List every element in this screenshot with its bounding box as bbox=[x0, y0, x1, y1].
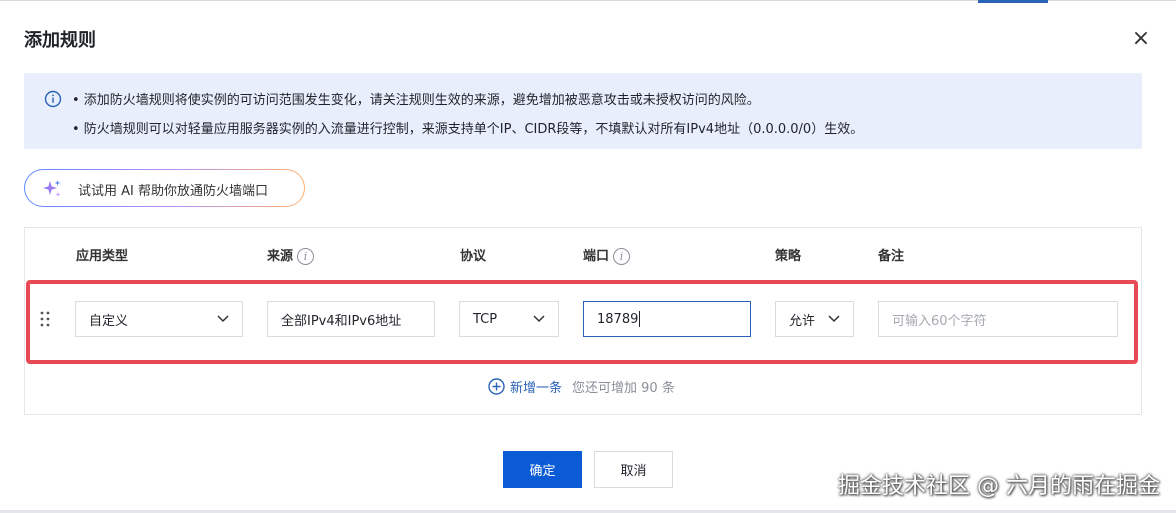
watermark: 掘金技术社区 @ 六月的雨在掘金 bbox=[838, 474, 1160, 499]
dialog-title: 添加规则 bbox=[24, 30, 96, 51]
source-info-icon[interactable]: i bbox=[297, 248, 315, 265]
app-type-value: 自定义 bbox=[89, 313, 129, 329]
source-input[interactable]: 全部IPv4和IPv6地址 bbox=[267, 301, 435, 337]
sparkle-icon bbox=[43, 180, 61, 197]
protocol-select[interactable]: TCP bbox=[459, 301, 559, 337]
remaining-count: 您还可增加 90 条 bbox=[572, 380, 675, 396]
add-circle-icon[interactable] bbox=[488, 377, 505, 395]
port-info-icon[interactable]: i bbox=[613, 248, 631, 265]
column-header-policy: 策略 bbox=[775, 249, 802, 264]
chevron-down-icon bbox=[533, 315, 545, 323]
column-header-protocol: 协议 bbox=[460, 249, 487, 264]
column-header-source: 来源 i bbox=[267, 245, 315, 265]
chevron-down-icon bbox=[217, 315, 229, 323]
source-value: 全部IPv4和IPv6地址 bbox=[281, 313, 402, 329]
column-header-remark: 备注 bbox=[878, 249, 905, 264]
ai-help-button[interactable]: 试试用 AI 帮助你放通防火墙端口 bbox=[24, 169, 305, 207]
chevron-down-icon bbox=[828, 315, 840, 323]
app-type-select[interactable]: 自定义 bbox=[75, 301, 243, 337]
port-input[interactable]: 18789 bbox=[583, 301, 751, 337]
add-row-button[interactable]: 新增一条 bbox=[510, 377, 562, 396]
drag-handle-icon[interactable] bbox=[38, 310, 54, 328]
notice-line-2: • 防火墙规则可以对轻量应用服务器实例的入流量进行控制，来源支持单个IP、CID… bbox=[72, 122, 864, 137]
policy-value: 允许 bbox=[789, 313, 816, 329]
column-header-app-type: 应用类型 bbox=[76, 249, 129, 264]
close-icon[interactable]: × bbox=[1130, 28, 1152, 50]
policy-select[interactable]: 允许 bbox=[775, 301, 854, 337]
remark-placeholder: 可输入60个字符 bbox=[892, 313, 987, 329]
notice-line-1: • 添加防火墙规则将使实例的可访问范围发生变化，请关注规则生效的来源，避免增加被… bbox=[72, 93, 760, 108]
column-header-source-label: 来源 bbox=[267, 249, 294, 264]
remark-input[interactable]: 可输入60个字符 bbox=[878, 301, 1118, 337]
cancel-button[interactable]: 取消 bbox=[594, 451, 673, 488]
add-row[interactable]: 新增一条 您还可增加 90 条 bbox=[488, 376, 675, 396]
info-icon bbox=[44, 90, 62, 108]
port-value: 18789 bbox=[597, 311, 639, 327]
column-header-port: 端口 i bbox=[583, 245, 631, 265]
top-strip-accent bbox=[978, 0, 1048, 3]
column-header-port-label: 端口 bbox=[583, 249, 610, 264]
protocol-value: TCP bbox=[473, 311, 498, 327]
text-cursor bbox=[639, 311, 641, 327]
notice-banner: • 添加防火墙规则将使实例的可访问范围发生变化，请关注规则生效的来源，避免增加被… bbox=[24, 73, 1142, 149]
confirm-button[interactable]: 确定 bbox=[503, 451, 582, 488]
ai-help-label: 试试用 AI 帮助你放通防火墙端口 bbox=[78, 184, 268, 199]
